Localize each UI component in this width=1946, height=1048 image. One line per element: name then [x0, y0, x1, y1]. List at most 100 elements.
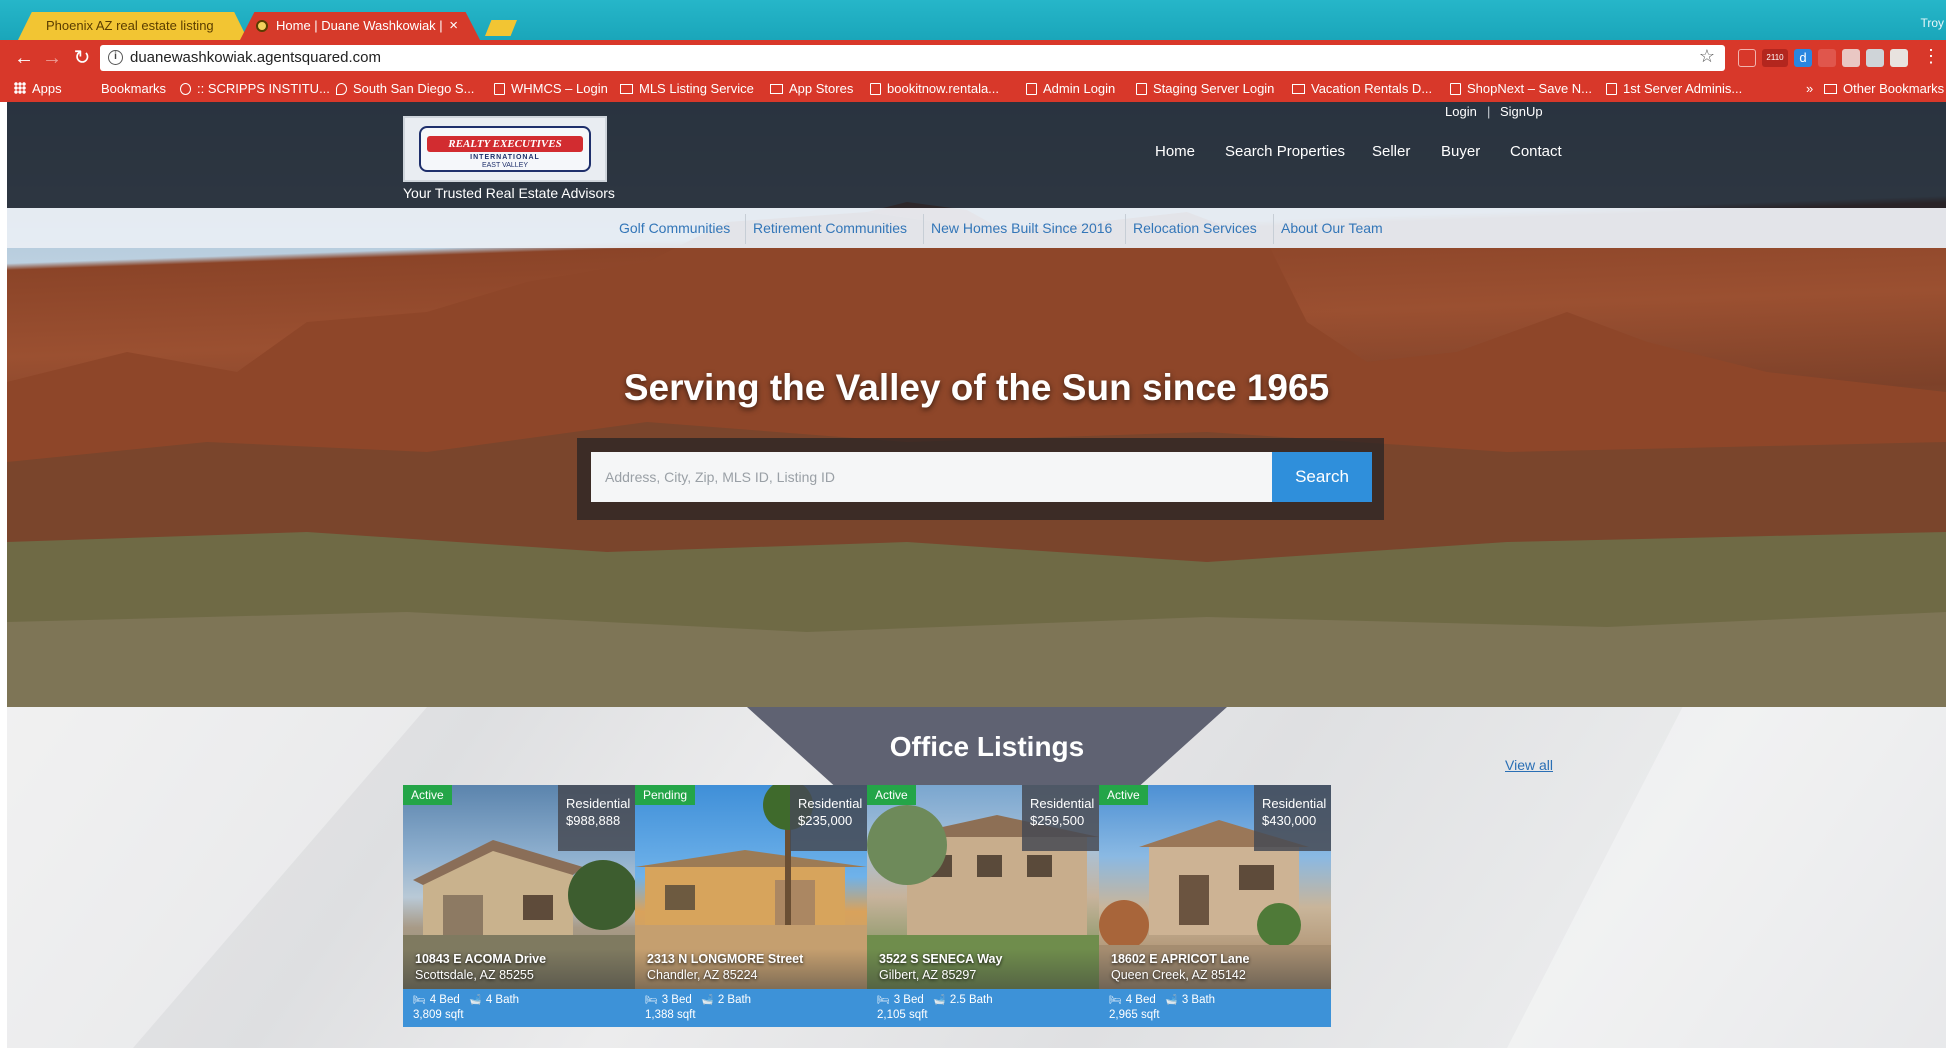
property-search-input[interactable]: [591, 452, 1272, 502]
background-facet: [1507, 707, 1946, 1048]
bookmark-apps[interactable]: Apps: [14, 81, 62, 96]
browser-tabstrip: Phoenix AZ real estate listing Home | Du…: [0, 0, 1946, 40]
site-tagline: Your Trusted Real Estate Advisors: [403, 185, 615, 201]
shield-favicon-icon: [256, 20, 268, 32]
bookmark-admin-login[interactable]: Admin Login: [1026, 81, 1115, 96]
listing-card[interactable]: Active Residential $988,888 10843 E ACOM…: [403, 785, 635, 1043]
listing-price: $988,888: [566, 813, 621, 828]
bookmark-staging-server[interactable]: Staging Server Login: [1136, 81, 1274, 96]
bookmark-vacation-rentals[interactable]: Vacation Rentals D...: [1292, 81, 1432, 96]
subnav-divider: [1125, 214, 1126, 244]
d-extension-icon[interactable]: d: [1794, 49, 1812, 67]
page-icon: [1450, 83, 1461, 95]
listing-card[interactable]: Pending Residential $235,000 2313 N LONG…: [635, 785, 867, 1043]
info-icon[interactable]: i: [108, 50, 123, 65]
bath-icon: 🛁: [469, 995, 482, 1006]
window-user-name[interactable]: Troy: [1920, 16, 1944, 30]
nav-seller[interactable]: Seller: [1372, 143, 1410, 160]
tab-home-duane[interactable]: Home | Duane Washkowiak | ×: [240, 12, 480, 40]
listing-card[interactable]: Active Residential $430,000 18602 E APRI…: [1099, 785, 1331, 1043]
listing-baths: 2 Bath: [717, 994, 752, 1006]
kebab-menu-icon[interactable]: ⋮: [1922, 46, 1940, 67]
listing-type-price: Residential $259,500: [1022, 785, 1099, 851]
page-icon: [1606, 83, 1617, 95]
listing-sqft: 2,105 sqft: [877, 1009, 928, 1021]
listing-details: 🛏 3 Bed 🛁 2.5 Bath 2,105 sqft: [867, 989, 1099, 1027]
listing-type: Residential: [1030, 796, 1095, 811]
listing-type: Residential: [1262, 796, 1327, 811]
background-facet: [7, 707, 427, 1048]
bookmark-star-icon[interactable]: ☆: [1699, 46, 1715, 67]
bookmark-bookitnow[interactable]: bookitnow.rentala...: [870, 81, 999, 96]
subnav-golf-communities[interactable]: Golf Communities: [619, 220, 730, 236]
bookmark-scripps[interactable]: :: SCRIPPS INSTITU...: [180, 81, 330, 96]
bookmark-other-bookmarks[interactable]: Other Bookmarks: [1824, 81, 1944, 96]
forward-arrow-icon[interactable]: →: [40, 47, 64, 69]
listing-sqft: 2,965 sqft: [1109, 1009, 1160, 1021]
auth-separator: |: [1487, 104, 1491, 119]
bookmark-1st-server[interactable]: 1st Server Adminis...: [1606, 81, 1742, 96]
listing-street: 2313 N LONGMORE Street: [647, 952, 804, 966]
bookmark-bookmarks[interactable]: Bookmarks: [82, 81, 166, 96]
nav-buyer[interactable]: Buyer: [1441, 143, 1480, 160]
listing-sqft: 3,809 sqft: [413, 1009, 464, 1021]
signup-link[interactable]: SignUp: [1500, 104, 1543, 119]
bookmark-whmcs[interactable]: WHMCS – Login: [494, 81, 608, 96]
search-button[interactable]: Search: [1272, 452, 1372, 502]
listing-address: 2313 N LONGMORE Street Chandler, AZ 8522…: [635, 949, 867, 989]
drop-icon: [336, 83, 347, 95]
back-arrow-icon[interactable]: ←: [12, 47, 36, 69]
bookmark-shopnext[interactable]: ShopNext – Save N...: [1450, 81, 1592, 96]
logo-region: EAST VALLEY: [481, 162, 529, 169]
status-badge: Active: [867, 785, 916, 805]
realty-executives-logo[interactable]: REALTY EXECUTIVES INTERNATIONAL EAST VAL…: [403, 116, 607, 182]
nav-home[interactable]: Home: [1155, 143, 1195, 160]
listing-city: Scottsdale, AZ 85255: [415, 968, 534, 982]
subnav-retirement-communities[interactable]: Retirement Communities: [753, 220, 907, 236]
logo-subtitle: INTERNATIONAL: [470, 154, 540, 161]
bookmark-south-san-diego[interactable]: South San Diego S...: [336, 81, 474, 96]
listing-city: Chandler, AZ 85224: [647, 968, 758, 982]
listing-baths: 3 Bath: [1181, 994, 1216, 1006]
folder-icon: [770, 84, 783, 94]
status-badge: Pending: [635, 785, 696, 805]
subnav-divider: [1273, 214, 1274, 244]
web-page: REALTY EXECUTIVES INTERNATIONAL EAST VAL…: [7, 102, 1946, 1048]
page-icon: [1136, 83, 1147, 95]
browser-toolbar: ← → ↻ i duanewashkowiak.agentsquared.com…: [0, 40, 1946, 76]
photo-extension-icon[interactable]: [1842, 49, 1860, 67]
folder-icon: [620, 84, 633, 94]
tab-phoenix-listings[interactable]: Phoenix AZ real estate listing: [18, 12, 248, 40]
page-extension-icon[interactable]: [1890, 49, 1908, 67]
bookmarks-bar: Apps Bookmarks :: SCRIPPS INSTITU... Sou…: [0, 76, 1946, 102]
mail-extension-icon[interactable]: [1818, 49, 1836, 67]
subnav-relocation-services[interactable]: Relocation Services: [1133, 220, 1257, 236]
bookmarks-overflow-icon[interactable]: »: [1806, 81, 1813, 96]
new-tab-button[interactable]: [485, 20, 517, 36]
bookmark-app-stores[interactable]: App Stores: [770, 81, 853, 96]
grammarly-extension-icon[interactable]: [1866, 49, 1884, 67]
folder-icon: [82, 84, 95, 94]
listings-title: Office Listings: [889, 731, 1085, 762]
view-all-link[interactable]: View all: [1505, 757, 1553, 773]
subnav-about-our-team[interactable]: About Our Team: [1281, 220, 1383, 236]
close-icon[interactable]: ×: [449, 12, 458, 40]
nav-search-properties[interactable]: Search Properties: [1225, 143, 1345, 160]
address-bar[interactable]: i duanewashkowiak.agentsquared.com ☆: [100, 45, 1725, 71]
bookmark-mls[interactable]: MLS Listing Service: [620, 81, 754, 96]
listing-card[interactable]: Active Residential $259,500 3522 S SENEC…: [867, 785, 1099, 1043]
bed-icon: 🛏: [413, 995, 426, 1006]
listing-type-price: Residential $235,000: [790, 785, 867, 851]
listing-type: Residential: [566, 796, 631, 811]
reload-icon[interactable]: ↻: [70, 47, 94, 69]
logo-wordmark: REALTY EXECUTIVES: [427, 136, 583, 152]
page-icon: [870, 83, 881, 95]
listing-details: 🛏 4 Bed 🛁 3 Bath 2,965 sqft: [1099, 989, 1331, 1027]
listing-beds: 3 Bed: [893, 994, 924, 1006]
subnav-new-homes[interactable]: New Homes Built Since 2016: [931, 220, 1112, 236]
login-link[interactable]: Login: [1445, 104, 1477, 119]
cast-extension-icon[interactable]: [1738, 49, 1756, 67]
bath-icon: 🛁: [1165, 995, 1178, 1006]
nav-contact[interactable]: Contact: [1510, 143, 1562, 160]
extension-badge-icon[interactable]: 2110: [1762, 49, 1788, 67]
